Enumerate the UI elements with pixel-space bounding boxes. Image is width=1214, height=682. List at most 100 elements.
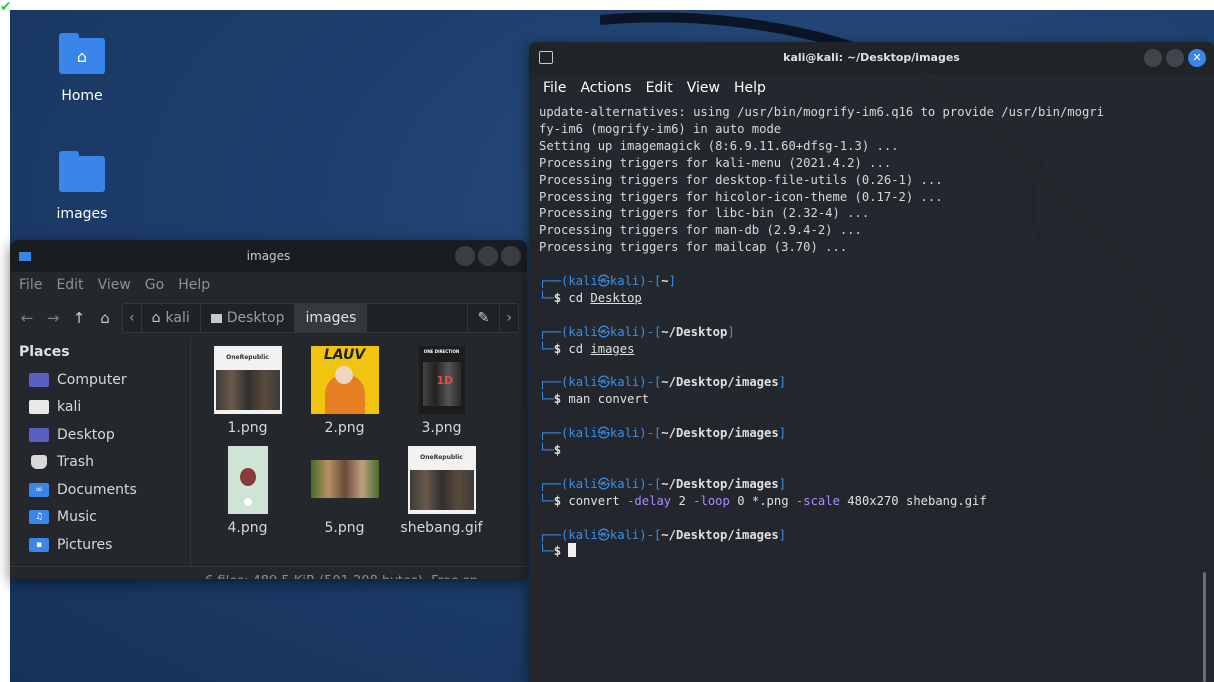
prompt-dollar: $ [553, 341, 569, 356]
command-arg: convert [597, 392, 650, 407]
sidebar-item-label: Documents [57, 481, 137, 498]
menu-actions[interactable]: Actions [580, 74, 631, 102]
file-item[interactable]: ONE DIRECTION 1D 3.png [393, 346, 490, 446]
home-folder-icon: ⌂ [59, 33, 105, 74]
prompt-at-icon: ㉿ [597, 274, 610, 289]
terminal-titlebar[interactable]: kali@kali: ~/Desktop/images ✕ [529, 42, 1214, 74]
prompt-path: ~ [661, 274, 669, 289]
file-name: 3.png [421, 420, 462, 436]
thumbnail-caption: ONE DIRECTION [423, 349, 460, 354]
breadcrumb-scroll-right-icon[interactable]: › [499, 304, 518, 332]
menu-view[interactable]: View [687, 74, 720, 102]
prompt-line: ┌──(kali㉿kali)-[~/Desktop/images] [539, 476, 1204, 493]
minimize-button[interactable] [1144, 49, 1162, 67]
output-line: update-alternatives: using /usr/bin/mogr… [539, 105, 1104, 119]
command-line: └─$ [539, 543, 1204, 560]
close-button[interactable]: ✕ [1188, 49, 1206, 67]
desktop-icon-images[interactable]: images [32, 151, 132, 222]
command-arg: 2 [678, 493, 686, 508]
maximize-button[interactable] [1166, 49, 1184, 67]
image-thumbnail [310, 460, 379, 498]
minimize-button[interactable] [455, 246, 475, 266]
command-arg: *.png [751, 493, 789, 508]
breadcrumb-images[interactable]: images [295, 304, 368, 332]
sidebar-item-trash[interactable]: Trash [10, 449, 190, 477]
up-arrow-icon[interactable]: ↑ [70, 309, 88, 327]
desktop-icon-home[interactable]: ⌂ Home [32, 33, 132, 104]
menu-help[interactable]: Help [178, 272, 210, 298]
sidebar-item-label: Music [57, 509, 97, 526]
prompt-at-icon: ㉿ [597, 426, 610, 441]
breadcrumb-scroll-left-icon[interactable]: ‹ [123, 304, 142, 332]
prompt-bracket: ] [668, 274, 676, 289]
sidebar-item-music[interactable]: ♫ Music [10, 504, 190, 532]
prompt-dollar: $ [553, 443, 569, 458]
computer-icon [29, 372, 49, 387]
menu-file[interactable]: File [543, 74, 566, 102]
menu-view[interactable]: View [98, 272, 131, 298]
prompt-path: ~/Desktop/images [661, 426, 779, 441]
prompt-line: ┌──(kali㉿kali)-[~] [539, 273, 1204, 290]
output-line: Processing triggers for hicolor-icon-the… [539, 189, 943, 204]
breadcrumb-desktop[interactable]: Desktop [201, 304, 296, 332]
menu-file[interactable]: File [19, 272, 42, 298]
sidebar-item-label: kali [57, 399, 82, 416]
prompt-user: kali [568, 324, 598, 339]
prompt-bracket: ┌──( [539, 274, 569, 289]
sidebar-item-pictures[interactable]: ▪ Pictures [10, 531, 190, 559]
prompt-host: kali [609, 527, 640, 542]
corner-check-icon: ✔ [0, 0, 12, 15]
file-name: 2.png [324, 420, 365, 436]
file-item[interactable]: OneRepublic 1.png [199, 346, 296, 446]
menu-edit[interactable]: Edit [646, 74, 673, 102]
sidebar-item-kali[interactable]: kali [10, 394, 190, 422]
image-thumbnail: OneRepublic [213, 346, 282, 414]
window-title: kali@kali: ~/Desktop/images [783, 51, 960, 64]
prompt-host: kali [609, 476, 640, 491]
file-item[interactable]: 4.png [199, 446, 296, 546]
desktop-icon [210, 313, 222, 323]
command-arg: shebang.gif [906, 493, 987, 508]
home-folder-icon [29, 400, 49, 415]
sidebar-item-label: Desktop [57, 426, 115, 443]
close-button[interactable] [501, 246, 521, 266]
file-item[interactable]: 5.png [296, 446, 393, 546]
prompt-user: kali [568, 527, 598, 542]
text-cursor [568, 543, 577, 558]
sidebar-item-desktop[interactable]: Desktop [10, 421, 190, 449]
menu-help[interactable]: Help [734, 74, 766, 102]
home-icon: ⌂ [151, 310, 161, 326]
prompt-line: ┌──(kali㉿kali)-[~/Desktop/images] [539, 374, 1204, 391]
prompt-bracket: )-[ [639, 324, 662, 339]
prompt-host: kali [609, 375, 640, 390]
terminal-output[interactable]: update-alternatives: using /usr/bin/mogr… [529, 102, 1214, 562]
back-arrow-icon[interactable]: ← [18, 309, 36, 327]
sidebar-item-documents[interactable]: ∞ Documents [10, 476, 190, 504]
command-arg: -delay [627, 493, 672, 508]
menu-go[interactable]: Go [145, 272, 164, 298]
prompt-bracket: ] [778, 375, 787, 390]
command-line: └─$ cd Desktop [539, 290, 1204, 307]
prompt-host: kali [609, 274, 640, 289]
file-item[interactable]: LAUV 2.png [296, 346, 393, 446]
prompt-user: kali [568, 476, 598, 491]
home-icon[interactable]: ⌂ [96, 309, 114, 327]
prompt-bracket: )-[ [639, 426, 662, 441]
desktop-icon-label: Home [61, 88, 103, 104]
file-item[interactable]: OneRepublic shebang.gif [393, 446, 490, 546]
menu-edit[interactable]: Edit [56, 272, 83, 298]
trash-icon [31, 455, 47, 470]
command-line: └─$ cd images [539, 341, 1204, 358]
forward-arrow-icon[interactable]: → [44, 309, 62, 327]
folder-icon [59, 151, 105, 192]
prompt-bracket: )-[ [639, 476, 662, 491]
maximize-button[interactable] [478, 246, 498, 266]
image-thumbnail: LAUV [310, 346, 379, 414]
sidebar-item-computer[interactable]: Computer [10, 366, 190, 394]
breadcrumb-kali[interactable]: ⌂ kali [142, 304, 201, 332]
file-manager-titlebar[interactable]: images [10, 240, 527, 272]
edit-location-icon[interactable]: ✎ [466, 304, 500, 332]
scrollbar[interactable] [1203, 572, 1206, 682]
